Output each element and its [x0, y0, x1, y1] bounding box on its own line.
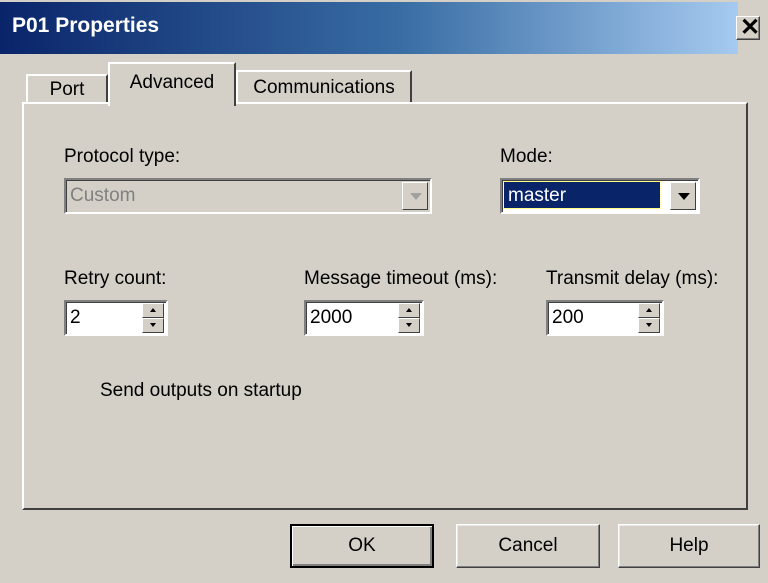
message-timeout-value: 2000: [310, 307, 353, 328]
retry-count-label: Retry count:: [64, 268, 167, 289]
protocol-type-label: Protocol type:: [64, 146, 181, 167]
tab-port[interactable]: Port: [26, 74, 108, 104]
title-bar: P01 Properties ✕: [0, 0, 768, 58]
tab-communications[interactable]: Communications: [236, 70, 412, 104]
advanced-tab-panel: Protocol type: Custom Mode: master Retry…: [22, 102, 748, 510]
chevron-up-icon: [150, 308, 156, 312]
cancel-button[interactable]: Cancel: [456, 524, 600, 568]
mode-select[interactable]: master: [500, 178, 700, 214]
message-timeout-increment[interactable]: [398, 303, 420, 318]
protocol-type-select[interactable]: Custom: [64, 178, 432, 214]
window-title: P01 Properties: [12, 14, 160, 37]
mode-dropdown-button[interactable]: [670, 182, 696, 210]
close-button[interactable]: ✕: [736, 14, 761, 41]
message-timeout-stepper[interactable]: 2000: [304, 300, 424, 336]
transmit-delay-increment[interactable]: [638, 303, 660, 318]
mode-label: Mode:: [500, 146, 553, 167]
transmit-delay-label: Transmit delay (ms):: [546, 268, 719, 289]
chevron-down-icon: [150, 323, 156, 327]
protocol-type-dropdown-button[interactable]: [402, 182, 428, 210]
chevron-up-icon: [406, 308, 412, 312]
chevron-down-icon: [406, 323, 412, 327]
help-button[interactable]: Help: [618, 524, 760, 568]
chevron-down-icon: [646, 323, 652, 327]
retry-count-value: 2: [70, 307, 81, 328]
close-icon: ✕: [740, 14, 761, 41]
retry-count-increment[interactable]: [142, 303, 164, 318]
tab-advanced[interactable]: Advanced: [108, 62, 236, 106]
message-timeout-decrement[interactable]: [398, 318, 420, 333]
protocol-type-value: Custom: [70, 185, 136, 206]
chevron-down-icon: [678, 193, 690, 200]
send-outputs-label[interactable]: Send outputs on startup: [100, 380, 302, 402]
chevron-down-icon: [410, 193, 422, 200]
transmit-delay-stepper[interactable]: 200: [546, 300, 664, 336]
ok-button[interactable]: OK: [290, 524, 434, 568]
message-timeout-label: Message timeout (ms):: [304, 268, 498, 289]
mode-value: master: [503, 181, 661, 209]
transmit-delay-decrement[interactable]: [638, 318, 660, 333]
chevron-up-icon: [646, 308, 652, 312]
transmit-delay-value: 200: [552, 307, 584, 328]
retry-count-stepper[interactable]: 2: [64, 300, 168, 336]
retry-count-decrement[interactable]: [142, 318, 164, 333]
